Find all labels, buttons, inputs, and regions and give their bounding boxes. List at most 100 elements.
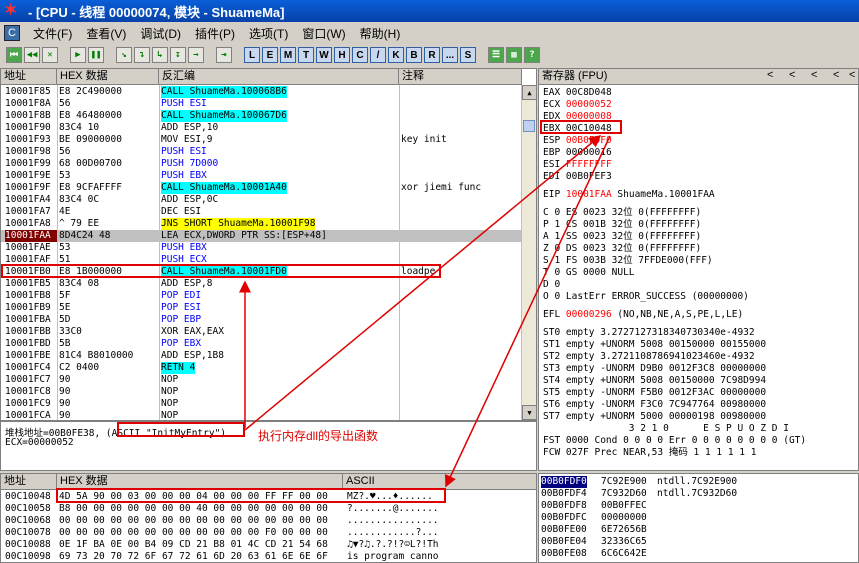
execute-till-return-icon[interactable]: → xyxy=(188,47,204,63)
disasm-scrollbar[interactable]: ▲ ▼ xyxy=(521,85,536,420)
patches-window-button[interactable]: / xyxy=(370,47,386,63)
flag-segment-row[interactable]: O 0 LastErr ERROR_SUCCESS (00000000) xyxy=(543,291,749,303)
dump-row[interactable]: 00C10048 4D 5A 90 00 03 00 00 00 04 00 00… xyxy=(1,491,536,503)
flag-segment-row[interactable]: A 1 SS 0023 32位 0(FFFFFFFF) xyxy=(543,231,701,243)
flag-segment-row[interactable]: C 0 ES 0023 32位 0(FFFFFFFF) xyxy=(543,207,701,219)
step-into-icon[interactable]: ↘ xyxy=(116,47,132,63)
registers-pane[interactable]: 寄存器 (FPU) < < < < < EAX 00C8D048 ECX 0000… xyxy=(538,68,859,471)
disasm-row[interactable]: 10001FBB 33C0 XOR EAX,EAX xyxy=(1,326,522,338)
disasm-header-address[interactable]: 地址 xyxy=(1,69,57,85)
fpu-register-row[interactable]: ST1 empty +UNORM 5008 00150000 00155000 xyxy=(543,339,766,351)
flag-segment-row[interactable]: D 0 xyxy=(543,279,560,291)
handles-window-button[interactable]: H xyxy=(334,47,350,63)
menu-debug[interactable]: 调试(D) xyxy=(133,25,188,42)
reg-nav-arrow-icon[interactable]: < xyxy=(789,69,795,81)
trace-over-icon[interactable]: ↧ xyxy=(170,47,186,63)
disasm-row[interactable]: 10001FC7 90 NOP xyxy=(1,374,522,386)
disasm-row[interactable]: 10001FB9 5E POP ESI xyxy=(1,302,522,314)
scroll-up-arrow-icon[interactable]: ▲ xyxy=(522,85,536,100)
fpu-register-row[interactable]: ST0 empty 3.2727127318340730340e-4932 xyxy=(543,327,755,339)
cpu-window-button[interactable]: C xyxy=(352,47,368,63)
breakpoints-window-button[interactable]: B xyxy=(406,47,422,63)
dump-row[interactable]: 00C10098 69 73 20 70 72 6F 67 72 61 6D 20… xyxy=(1,551,536,562)
stack-pane[interactable]: 00B0FDF0 7C92E900 ntdll.7C92E900 00B0FDF4 7C… xyxy=(538,473,859,563)
dump-row[interactable]: 00C10088 0E 1F BA 0E 00 B4 09 CD 21 B8 01… xyxy=(1,539,536,551)
run-icon[interactable]: ▶ xyxy=(70,47,86,63)
register-ecx[interactable]: ECX 00000052 xyxy=(543,99,612,111)
disassembly-pane[interactable]: 地址 HEX 数据 反汇编 注释 10001F85 E8 2C490000 CALL… xyxy=(0,68,537,421)
fpu-register-row[interactable]: ST6 empty -UNORM F3C0 7C947764 00980000 xyxy=(543,399,766,411)
stack-row[interactable]: 00B0FE04 32336C65 xyxy=(539,536,858,548)
close-icon[interactable]: ✕ xyxy=(42,47,58,63)
disasm-row[interactable]: 10001F9E 53 PUSH EBX xyxy=(1,170,522,182)
references-window-button[interactable]: R xyxy=(424,47,440,63)
disasm-row[interactable]: 10001FBD 5B POP EBX xyxy=(1,338,522,350)
stack-row[interactable]: 00B0FE08 6C6C642E xyxy=(539,548,858,560)
threads-window-button[interactable]: T xyxy=(298,47,314,63)
disasm-row[interactable]: 10001FB0 E8 1B000000 CALL ShuameMa.10001FD… xyxy=(1,266,522,278)
register-edi[interactable]: EDI 00B0FEF3 xyxy=(543,171,612,183)
stack-row[interactable]: 00B0FDFC 00000000 xyxy=(539,512,858,524)
open-icon[interactable]: ⏮ xyxy=(6,47,22,63)
disasm-header-hex[interactable]: HEX 数据 xyxy=(57,69,159,85)
flag-segment-row[interactable]: Z 0 DS 0023 32位 0(FFFFFFFF) xyxy=(543,243,701,255)
menu-window[interactable]: 窗口(W) xyxy=(295,25,352,42)
dump-header-ascii[interactable]: ASCII xyxy=(343,474,536,490)
register-esi[interactable]: ESI FFFFFFFF xyxy=(543,159,612,171)
cpu-window-icon[interactable]: C xyxy=(4,25,20,41)
menu-view[interactable]: 查看(V) xyxy=(79,25,133,42)
disasm-row[interactable]: 10001FA7 4E DEC ESI xyxy=(1,206,522,218)
disasm-header-disassembly[interactable]: 反汇编 xyxy=(159,69,399,85)
menu-help[interactable]: 帮助(H) xyxy=(353,25,408,42)
disasm-row[interactable]: 10001FA8 ^ 79 EE JNS SHORT ShuameMa.10001F… xyxy=(1,218,522,230)
disasm-row[interactable]: 10001FB8 5F POP EDI xyxy=(1,290,522,302)
disasm-row[interactable]: 10001F8B E8 46480000 CALL ShuameMa.100067D… xyxy=(1,110,522,122)
reg-nav-arrow-icon[interactable]: < xyxy=(849,69,855,81)
reg-nav-arrow-icon[interactable]: < xyxy=(767,69,773,81)
stack-row[interactable]: 00B0FDF0 7C92E900 ntdll.7C92E900 xyxy=(539,476,858,488)
disasm-header-comment[interactable]: 注释 xyxy=(399,69,522,85)
scroll-down-arrow-icon[interactable]: ▼ xyxy=(522,405,536,420)
dump-header-hex[interactable]: HEX 数据 xyxy=(57,474,343,490)
appearance-icon[interactable]: ☰ xyxy=(488,47,504,63)
options-icon[interactable]: ▦ xyxy=(506,47,522,63)
disasm-row[interactable]: 10001F90 83C4 10 ADD ESP,10 xyxy=(1,122,522,134)
reg-nav-arrow-icon[interactable]: < xyxy=(833,69,839,81)
pause-icon[interactable]: ❚❚ xyxy=(88,47,104,63)
fpu-register-row[interactable]: ST4 empty +UNORM 5008 00150000 7C98D994 xyxy=(543,375,766,387)
help-icon[interactable]: ? xyxy=(524,47,540,63)
fpu-status-word[interactable]: FST 0000 Cond 0 0 0 0 Err 0 0 0 0 0 0 0 … xyxy=(543,435,806,447)
register-ebp[interactable]: EBP 00000016 xyxy=(543,147,612,159)
fpu-control-word[interactable]: FCW 027F Prec NEAR,53 掩码 1 1 1 1 1 1 xyxy=(543,447,756,459)
flag-segment-row[interactable]: P 1 CS 001B 32位 0(FFFFFFFF) xyxy=(543,219,701,231)
dump-row[interactable]: 00C10058 B8 00 00 00 00 00 00 00 40 00 00… xyxy=(1,503,536,515)
step-over-icon[interactable]: ↴ xyxy=(134,47,150,63)
menu-file[interactable]: 文件(F) xyxy=(26,25,79,42)
disasm-row[interactable]: 10001FCA 90 NOP xyxy=(1,410,522,420)
disasm-row[interactable]: 10001FC9 90 NOP xyxy=(1,398,522,410)
menu-options[interactable]: 选项(T) xyxy=(242,25,295,42)
register-efl[interactable]: EFL 00000296 (NO,NB,NE,A,S,PE,L,LE) xyxy=(543,309,743,321)
stack-row[interactable]: 00B0FE00 6E72656B xyxy=(539,524,858,536)
register-eax[interactable]: EAX 00C8D048 xyxy=(543,87,612,99)
scroll-thumb[interactable] xyxy=(523,120,535,132)
log-window-button[interactable]: L xyxy=(244,47,260,63)
memory-window-button[interactable]: M xyxy=(280,47,296,63)
windows-window-button[interactable]: W xyxy=(316,47,332,63)
disasm-row[interactable]: 10001FAE 53 PUSH EBX xyxy=(1,242,522,254)
memory-dump-pane[interactable]: 地址 HEX 数据 ASCII 00C10048 4D 5A 90 00 03 0… xyxy=(0,473,537,563)
reg-nav-arrow-icon[interactable]: < xyxy=(811,69,817,81)
disasm-row[interactable]: 10001FC4 C2 0400 RETN 4 xyxy=(1,362,522,374)
register-esp[interactable]: ESP 00B0FDF0 xyxy=(543,135,612,147)
register-ebx[interactable]: EBX 00C10048 xyxy=(543,123,612,135)
disasm-row[interactable]: 10001FC8 90 NOP xyxy=(1,386,522,398)
callstack-window-button[interactable]: K xyxy=(388,47,404,63)
run-trace-window-button[interactable]: ... xyxy=(442,47,458,63)
fpu-register-row[interactable]: ST7 empty +UNORM 5000 00000198 00980000 xyxy=(543,411,766,423)
disasm-row[interactable]: 10001F98 56 PUSH ESI xyxy=(1,146,522,158)
disasm-row[interactable]: 10001F99 68 00D00700 PUSH 7D000 xyxy=(1,158,522,170)
stack-row[interactable]: 00B0FDF4 7C932D60 ntdll.7C932D60 xyxy=(539,488,858,500)
flag-segment-row[interactable]: S 1 FS 003B 32位 7FFDE000(FFF) xyxy=(543,255,713,267)
disasm-row[interactable]: 10001FAA 8D4C24 48 LEA ECX,DWORD PTR SS:[E… xyxy=(1,230,522,242)
source-window-button[interactable]: S xyxy=(460,47,476,63)
